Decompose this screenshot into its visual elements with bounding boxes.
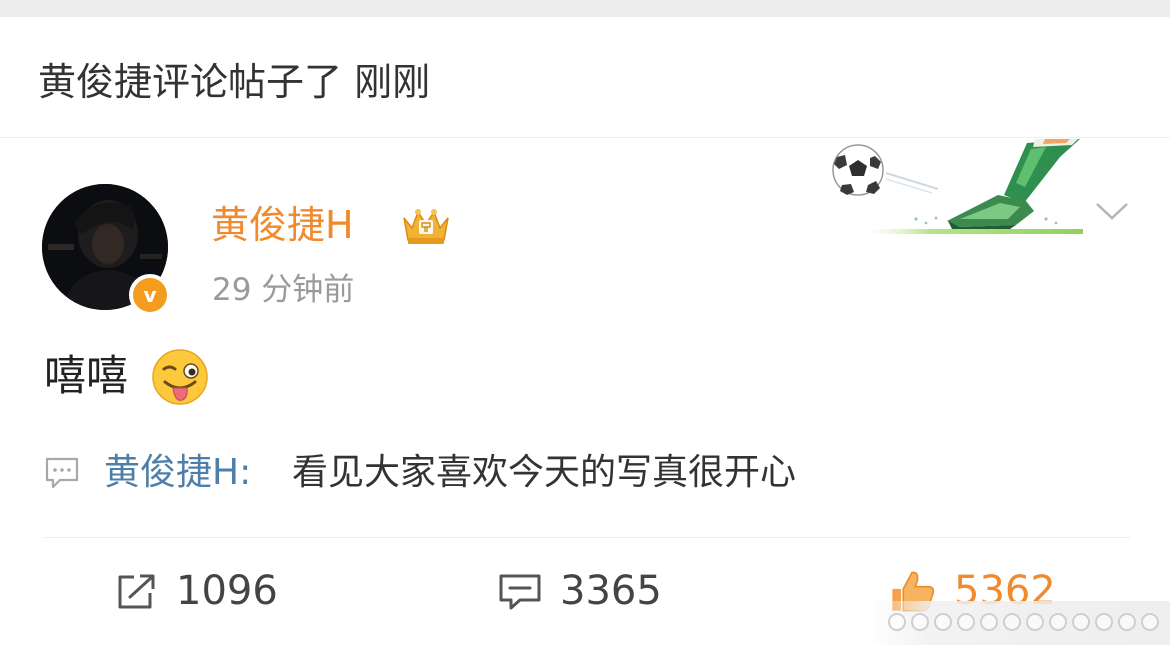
winking-tongue-emoji-icon bbox=[152, 349, 208, 405]
verified-badge-icon: v bbox=[129, 274, 171, 316]
comment-button[interactable]: 3365 bbox=[498, 564, 698, 618]
crown-badge-icon bbox=[403, 209, 449, 244]
comment-count: 3365 bbox=[560, 568, 662, 614]
share-count: 1096 bbox=[176, 568, 278, 614]
caption-bar: 黄俊捷评论帖子了 刚刚 bbox=[0, 17, 1170, 138]
post-text: 嘻嘻 bbox=[44, 351, 129, 400]
football-banner-icon bbox=[832, 139, 1083, 234]
post-card: v 黄俊捷H 29 分钟前 嘻嘻 黄俊捷H: 看见大家喜欢今天的写真很开心 10… bbox=[0, 139, 1170, 647]
comment-icon bbox=[499, 574, 541, 610]
username[interactable]: 黄俊捷H bbox=[211, 201, 354, 249]
reply-username[interactable]: 黄俊捷H: bbox=[104, 449, 251, 497]
share-button[interactable]: 1096 bbox=[114, 564, 314, 618]
top-strip bbox=[0, 0, 1170, 17]
watermark-marks bbox=[888, 613, 1159, 631]
chevron-down-icon[interactable] bbox=[1094, 199, 1130, 223]
share-icon bbox=[118, 574, 155, 609]
divider bbox=[44, 537, 1130, 538]
caption-text: 黄俊捷评论帖子了 刚刚 bbox=[38, 60, 431, 104]
comment-bubble-icon bbox=[45, 457, 79, 489]
timestamp: 29 分钟前 bbox=[212, 272, 355, 308]
weibo-comment-screenshot: 黄俊捷评论帖子了 刚刚 v 黄俊捷H 29 分钟前 嘻嘻 黄俊捷H: 看见大家喜… bbox=[0, 0, 1170, 647]
watermark bbox=[868, 601, 1170, 645]
reply-text: 看见大家喜欢今天的写真很开心 bbox=[292, 452, 797, 493]
